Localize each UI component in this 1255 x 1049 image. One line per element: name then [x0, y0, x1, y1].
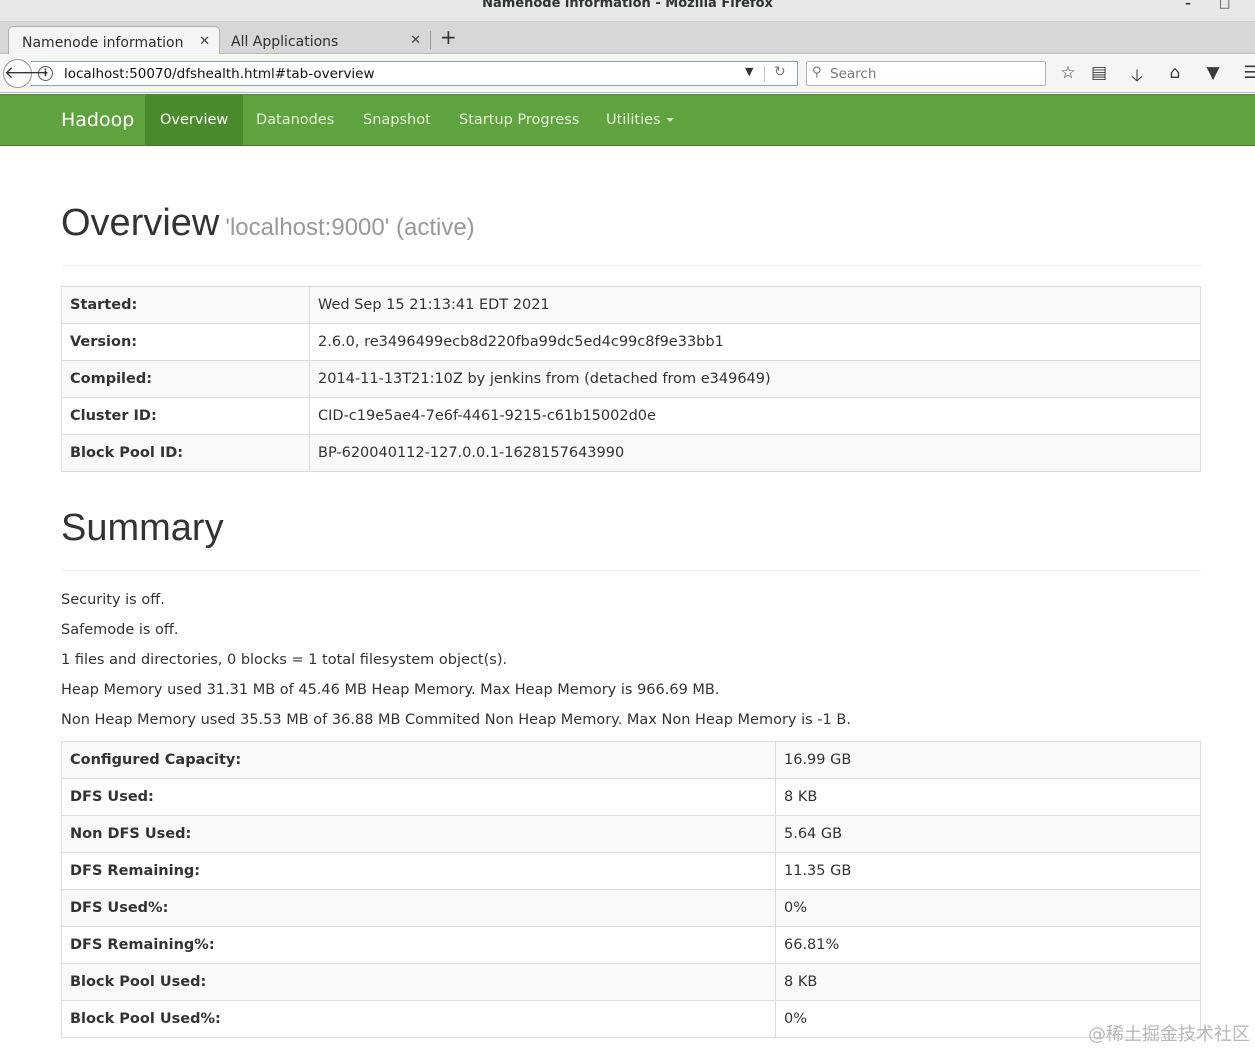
back-arrow-icon: 🡐	[4, 63, 50, 83]
security-status: Security is off.	[61, 592, 165, 608]
table-row: Cluster ID: CID-c19e5ae4-7e6f-4461-9215-…	[61, 397, 1201, 435]
browser-tab-bar: Namenode information ✕ All Applications …	[0, 22, 1255, 54]
close-icon[interactable]: ✕	[410, 33, 421, 48]
non-heap-memory: Non Heap Memory used 35.53 MB of 36.88 M…	[61, 712, 851, 728]
row-key: Started:	[61, 286, 310, 324]
row-key: Block Pool Used%:	[61, 1000, 776, 1038]
row-key: DFS Used%:	[61, 889, 776, 927]
filesystem-objects: 1 files and directories, 0 blocks = 1 to…	[61, 652, 508, 668]
overview-header: Overview'localhost:9000' (active)	[61, 202, 1201, 266]
row-value: BP-620040112-127.0.0.1-1628157643990	[309, 434, 1201, 472]
table-row: Configured Capacity: 16.99 GB	[61, 741, 1201, 779]
watermark: @稀土掘金技术社区	[1088, 1024, 1250, 1045]
row-key: DFS Used:	[61, 778, 776, 816]
table-row: DFS Remaining: 11.35 GB	[61, 852, 1201, 890]
row-value: 16.99 GB	[775, 741, 1201, 779]
row-key: Cluster ID:	[61, 397, 310, 435]
address-bar[interactable]: i localhost:50070/dfshealth.html#tab-ove…	[31, 61, 798, 86]
table-row: Version: 2.6.0, re3496499ecb8d220fba99dc…	[61, 323, 1201, 361]
row-key: DFS Remaining%:	[61, 926, 776, 964]
reader-list-icon[interactable]: ▤	[1088, 63, 1110, 83]
row-key: Block Pool Used:	[61, 963, 776, 1001]
summary-header: Summary	[61, 507, 1201, 571]
table-row: DFS Remaining%: 66.81%	[61, 926, 1201, 964]
chevron-down-icon[interactable]: ▼	[745, 65, 753, 78]
row-key: Compiled:	[61, 360, 310, 398]
search-icon: ⚲	[812, 65, 822, 80]
url-divider	[764, 66, 765, 82]
download-icon[interactable]: 🡣	[1126, 63, 1148, 92]
pocket-icon[interactable]: ▼	[1202, 63, 1224, 83]
nav-utilities[interactable]: Utilities	[606, 95, 674, 145]
nav-startup-progress[interactable]: Startup Progress	[459, 95, 579, 145]
table-row: DFS Used%: 0%	[61, 889, 1201, 927]
table-row: Started: Wed Sep 15 21:13:41 EDT 2021	[61, 286, 1201, 324]
nav-label: Utilities	[606, 112, 661, 128]
row-value: 8 KB	[775, 963, 1201, 1001]
menu-icon[interactable]: ☰	[1240, 63, 1255, 83]
row-value: 8 KB	[775, 778, 1201, 816]
nav-label: Datanodes	[256, 112, 335, 128]
tab-label: Namenode information	[22, 35, 184, 51]
row-key: Configured Capacity:	[61, 741, 776, 779]
row-value: 11.35 GB	[775, 852, 1201, 890]
url-text[interactable]: localhost:50070/dfshealth.html#tab-overv…	[64, 66, 375, 82]
row-value: 0%	[775, 889, 1201, 927]
close-icon[interactable]: ✕	[199, 34, 210, 49]
row-value: 66.81%	[775, 926, 1201, 964]
brand-logo[interactable]: Hadoop	[61, 109, 134, 131]
back-button[interactable]: 🡐	[3, 59, 50, 88]
row-key: Non DFS Used:	[61, 815, 776, 853]
table-row: Block Pool Used: 8 KB	[61, 963, 1201, 1001]
search-box[interactable]: ⚲	[806, 61, 1046, 86]
reload-icon[interactable]: ↻	[774, 64, 786, 80]
nav-snapshot[interactable]: Snapshot	[363, 95, 431, 145]
navigation-toolbar: i localhost:50070/dfshealth.html#tab-ove…	[0, 55, 1255, 93]
row-key: Block Pool ID:	[61, 434, 310, 472]
nav-label: Startup Progress	[459, 112, 580, 128]
table-row: Block Pool Used%: 0%	[61, 1000, 1201, 1038]
row-key: DFS Remaining:	[61, 852, 776, 890]
nav-label: Overview	[160, 112, 229, 128]
caret-down-icon	[665, 118, 674, 122]
row-key: Version:	[61, 323, 310, 361]
new-tab-icon[interactable]: +	[440, 26, 457, 48]
row-value: 5.64 GB	[775, 815, 1201, 853]
row-value: CID-c19e5ae4-7e6f-4461-9215-c61b15002d0e	[309, 397, 1201, 435]
page-title: Overview	[61, 202, 220, 244]
window-title: Namenode information - Mozilla Firefox	[482, 0, 773, 11]
browser-tab-namenode[interactable]: Namenode information ✕	[8, 26, 220, 54]
summary-table: Configured Capacity: 16.99 GB DFS Used: …	[61, 741, 1201, 1038]
home-icon[interactable]: ⌂	[1164, 63, 1186, 83]
overview-heading: Overview'localhost:9000' (active)	[61, 202, 1201, 245]
safemode-status: Safemode is off.	[61, 622, 179, 638]
row-value: Wed Sep 15 21:13:41 EDT 2021	[309, 286, 1201, 324]
tab-divider	[430, 31, 431, 49]
nav-datanodes[interactable]: Datanodes	[256, 95, 334, 145]
table-row: Non DFS Used: 5.64 GB	[61, 815, 1201, 853]
table-row: Compiled: 2014-11-13T21:10Z by jenkins f…	[61, 360, 1201, 398]
table-row: DFS Used: 8 KB	[61, 778, 1201, 816]
search-input[interactable]	[830, 65, 1040, 83]
tab-label: All Applications	[231, 34, 339, 50]
minimize-icon[interactable]: –	[1185, 0, 1191, 10]
overview-table: Started: Wed Sep 15 21:13:41 EDT 2021 Ve…	[61, 286, 1201, 472]
window-titlebar: Namenode information - Mozilla Firefox –…	[0, 0, 1255, 22]
bookmark-star-icon[interactable]: ☆	[1057, 63, 1079, 83]
nav-label: Snapshot	[363, 112, 431, 128]
table-row: Block Pool ID: BP-620040112-127.0.0.1-16…	[61, 434, 1201, 472]
namenode-address: 'localhost:9000' (active)	[225, 214, 475, 241]
row-value: 2.6.0, re3496499ecb8d220fba99dc5ed4c99c8…	[309, 323, 1201, 361]
summary-heading: Summary	[61, 507, 224, 549]
row-value: 2014-11-13T21:10Z by jenkins from (detac…	[309, 360, 1201, 398]
browser-tab-all-applications[interactable]: All Applications ✕	[218, 26, 430, 54]
nav-overview[interactable]: Overview	[145, 95, 244, 145]
hadoop-navbar: Hadoop Overview Datanodes Snapshot Start…	[0, 94, 1255, 146]
maximize-icon[interactable]: □	[1219, 0, 1230, 10]
heap-memory: Heap Memory used 31.31 MB of 45.46 MB He…	[61, 682, 720, 698]
